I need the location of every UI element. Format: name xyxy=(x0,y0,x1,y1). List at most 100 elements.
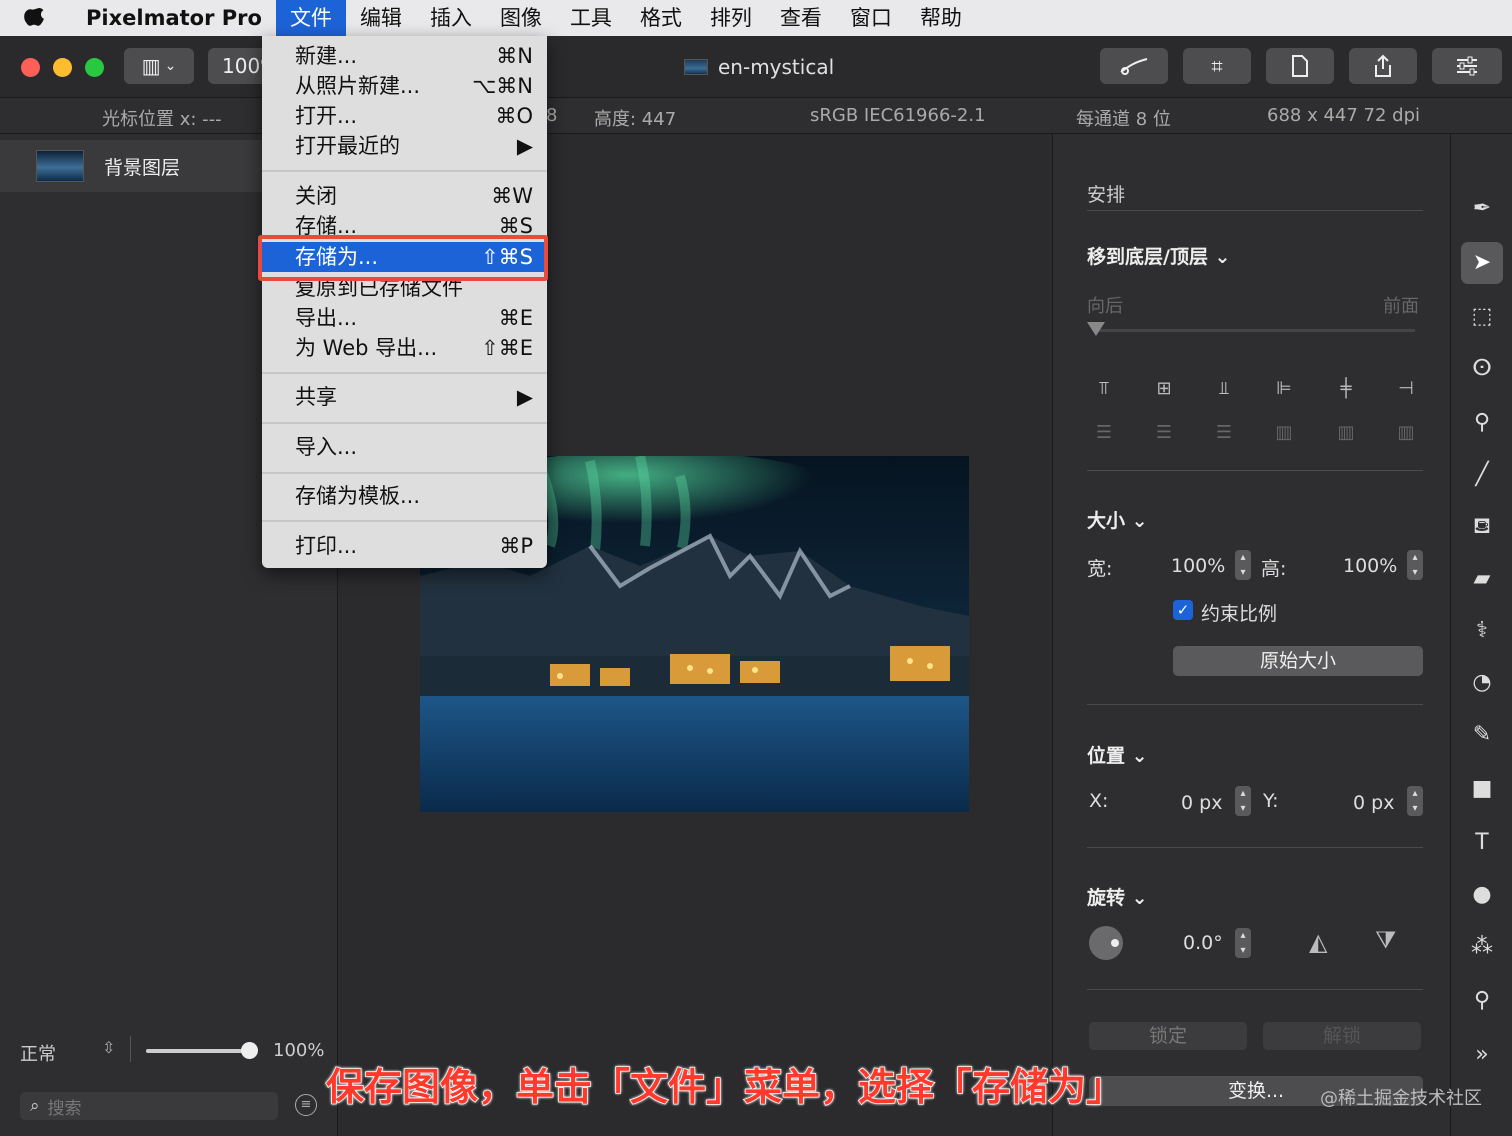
layer-thumbnail xyxy=(36,150,84,182)
rotation-field[interactable]: 0.0° xyxy=(1183,932,1223,954)
color-adjust-icon[interactable]: ● xyxy=(1461,874,1503,916)
menu-item-label: 共享 xyxy=(295,385,337,409)
menu-item-save-template[interactable]: 存储为模板... xyxy=(262,481,547,511)
menu-insert[interactable]: 插入 xyxy=(416,0,486,36)
submenu-arrow-icon: ▶ xyxy=(516,134,533,158)
divider xyxy=(1087,210,1423,211)
unlock-button[interactable]: 解锁 xyxy=(1263,1022,1421,1050)
repair-tool-icon[interactable]: ⚕ xyxy=(1461,610,1503,652)
menu-item-label: 打印... xyxy=(295,534,358,558)
menu-item-open-recent[interactable]: 打开最近的 ▶ xyxy=(262,131,547,161)
flip-horizontal-icon[interactable]: ◭ xyxy=(1309,928,1327,956)
adjustments-button[interactable] xyxy=(1432,48,1502,84)
paint-bucket-icon[interactable]: ⛾ xyxy=(1461,506,1503,548)
menu-help[interactable]: 帮助 xyxy=(906,0,976,36)
blend-controls: 正常 ⇳ 100% xyxy=(0,1032,338,1072)
menu-format[interactable]: 格式 xyxy=(626,0,696,36)
sidebar-toggle-button[interactable]: ▥ ⌄ xyxy=(124,48,194,84)
menu-item-import[interactable]: 导入... xyxy=(262,432,547,462)
position-section-title[interactable]: 位置 ⌄ xyxy=(1087,741,1148,768)
menu-window[interactable]: 窗口 xyxy=(836,0,906,36)
clone-tool-icon[interactable]: ◔ xyxy=(1461,662,1503,704)
style-tool-icon[interactable]: ✒ xyxy=(1461,188,1503,230)
move-to-dropdown[interactable]: 移到底层/顶层 ⌄ xyxy=(1087,242,1230,269)
zoom-window-button[interactable] xyxy=(85,58,104,77)
menu-tools[interactable]: 工具 xyxy=(556,0,626,36)
minimize-window-button[interactable] xyxy=(53,58,72,77)
order-slider[interactable] xyxy=(1093,329,1415,332)
x-stepper[interactable]: ▴ ▾ xyxy=(1235,786,1251,816)
close-window-button[interactable] xyxy=(21,58,40,77)
rotation-stepper[interactable]: ▴ ▾ xyxy=(1235,928,1251,958)
distribute-right-icon: ▥ xyxy=(1397,422,1415,443)
rotation-dial[interactable] xyxy=(1089,926,1123,960)
eraser-icon[interactable]: ▰ xyxy=(1461,558,1503,600)
menu-edit[interactable]: 编辑 xyxy=(346,0,416,36)
height-field[interactable]: 100% xyxy=(1343,555,1397,577)
menu-item-export[interactable]: 导出... ⌘E xyxy=(262,303,547,333)
blend-mode-select[interactable]: 正常 xyxy=(20,1040,56,1066)
paint-brush-icon[interactable]: ╱ xyxy=(1461,454,1503,496)
menu-item-new-from-photo[interactable]: 从照片新建... ⌥⌘N xyxy=(262,71,547,101)
menu-view[interactable]: 查看 xyxy=(766,0,836,36)
menu-item-export-web[interactable]: 为 Web 导出... ⇧⌘E xyxy=(262,333,547,363)
layer-search-input[interactable]: ⌕ 搜索 xyxy=(20,1092,278,1120)
more-tools-icon[interactable]: » xyxy=(1461,1034,1503,1076)
menu-item-close[interactable]: 关闭 ⌘W xyxy=(262,181,547,211)
window-title: en-mystical xyxy=(684,55,834,79)
style-tool-button[interactable] xyxy=(1100,48,1168,84)
align-center-icon[interactable]: ╪ xyxy=(1335,378,1357,400)
x-field[interactable]: 0 px xyxy=(1181,792,1222,814)
distort-tool-icon[interactable]: ⁂ xyxy=(1461,926,1503,968)
document-name: en-mystical xyxy=(718,55,835,79)
menu-item-print[interactable]: 打印... ⌘P xyxy=(262,531,547,561)
lock-button[interactable]: 锁定 xyxy=(1089,1022,1247,1050)
menu-file[interactable]: 文件 xyxy=(275,0,346,36)
apple-icon[interactable] xyxy=(0,3,70,33)
shape-tool-icon[interactable]: ■ xyxy=(1461,768,1503,810)
menu-item-new[interactable]: 新建... ⌘N xyxy=(262,41,547,71)
front-label: 前面 xyxy=(1383,296,1419,317)
selection-tool-icon[interactable]: ⬚ xyxy=(1461,296,1503,338)
share-button[interactable] xyxy=(1349,48,1417,84)
flip-vertical-icon[interactable]: ⧩ xyxy=(1375,926,1396,954)
rotation-section-title[interactable]: 旋转 ⌄ xyxy=(1087,883,1148,910)
document-button[interactable] xyxy=(1266,48,1334,84)
align-top-icon[interactable]: ⫪ xyxy=(1093,378,1115,400)
app-name[interactable]: Pixelmator Pro xyxy=(70,6,276,30)
width-stepper[interactable]: ▴ ▾ xyxy=(1235,550,1251,580)
align-bottom-icon[interactable]: ⫫ xyxy=(1213,378,1235,400)
align-middle-icon[interactable]: ⊞ xyxy=(1153,378,1175,400)
menu-item-share[interactable]: 共享 ▶ xyxy=(262,382,547,412)
pen-tool-icon[interactable]: ✎ xyxy=(1461,714,1503,756)
arrange-tool-icon[interactable]: ➤ xyxy=(1461,242,1503,284)
constrain-label: 约束比例 xyxy=(1201,603,1278,625)
y-stepper[interactable]: ▴ ▾ xyxy=(1407,786,1423,816)
size-section-title[interactable]: 大小 ⌄ xyxy=(1087,506,1148,533)
lasso-tool-icon[interactable]: ⵙ xyxy=(1461,348,1503,390)
text-tool-icon[interactable]: T xyxy=(1461,822,1503,864)
filter-icon[interactable]: ≡ xyxy=(295,1094,317,1116)
align-right-icon[interactable]: ⊣ xyxy=(1395,378,1417,400)
x-label: X: xyxy=(1089,790,1109,812)
align-left-icon[interactable]: ⊫ xyxy=(1273,378,1295,400)
zoom-tool-icon[interactable]: ⚲ xyxy=(1461,980,1503,1022)
constrain-checkbox[interactable]: ✓ xyxy=(1173,600,1193,620)
original-size-button[interactable]: 原始大小 xyxy=(1173,646,1423,676)
height-info: 高度: 447 xyxy=(594,109,677,130)
menu-item-shortcut: ⌘O xyxy=(495,104,533,128)
y-field[interactable]: 0 px xyxy=(1353,792,1394,814)
opacity-slider[interactable] xyxy=(146,1042,258,1059)
height-stepper[interactable]: ▴ ▾ xyxy=(1407,550,1423,580)
divider xyxy=(1087,704,1423,705)
width-field[interactable]: 100% xyxy=(1171,555,1225,577)
menu-arrange[interactable]: 排列 xyxy=(696,0,766,36)
menu-bar: Pixelmator Pro 文件 编辑 插入 图像 工具 格式 排列 查看 窗… xyxy=(0,0,1512,36)
crop-button[interactable]: ⌗ xyxy=(1183,48,1251,84)
menu-image[interactable]: 图像 xyxy=(486,0,556,36)
opacity-slider-knob[interactable] xyxy=(241,1042,258,1059)
order-slider-knob[interactable] xyxy=(1087,322,1105,336)
up-down-chevron-icon[interactable]: ⇳ xyxy=(102,1038,115,1057)
menu-item-open[interactable]: 打开... ⌘O xyxy=(262,101,547,131)
color-picker-icon[interactable]: ⚲ xyxy=(1461,402,1503,444)
